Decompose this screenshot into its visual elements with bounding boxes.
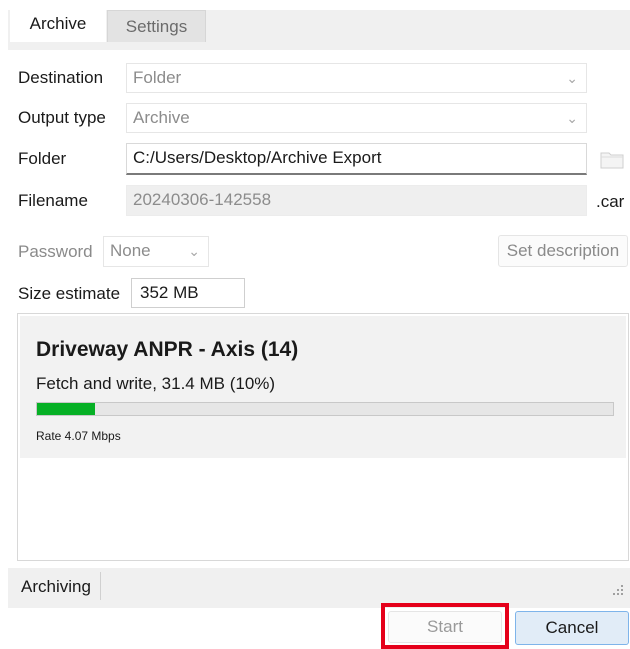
status-separator [100,572,101,600]
output-type-value: Archive [133,108,190,127]
tab-settings[interactable]: Settings [107,10,206,42]
destination-value: Folder [133,68,182,87]
job-status: Fetch and write, 31.4 MB (10%) [36,374,276,393]
folder-icon[interactable] [599,148,625,170]
destination-select[interactable]: Folder ⌄ [126,63,587,93]
password-value: None [110,241,151,260]
filename-input[interactable]: 20240306-142558 [126,185,587,216]
progress-list: Driveway ANPR - Axis (14) Fetch and writ… [17,313,629,561]
filename-extension: .car [596,192,625,211]
size-estimate-label: Size estimate [18,284,121,303]
destination-label: Destination [18,68,104,87]
progress-item: Driveway ANPR - Axis (14) Fetch and writ… [20,316,626,458]
chevron-down-icon: ⌄ [566,110,578,126]
tab-archive[interactable]: Archive [10,8,106,42]
progress-bar-fill [37,403,95,415]
size-estimate-value: 352 MB [131,278,245,308]
password-select[interactable]: None ⌄ [103,236,209,267]
job-title: Driveway ANPR - Axis (14) [36,338,299,361]
set-description-button[interactable]: Set description [498,235,628,267]
chevron-down-icon: ⌄ [188,243,200,259]
status-text: Archiving [21,577,91,596]
output-type-select[interactable]: Archive ⌄ [126,103,587,133]
status-bar: Archiving [8,568,630,608]
chevron-down-icon: ⌄ [566,70,578,86]
cancel-button[interactable]: Cancel [515,611,629,645]
password-label: Password [18,242,93,261]
start-button-highlight [381,603,509,649]
output-type-label: Output type [18,108,106,127]
transfer-rate: Rate 4.07 Mbps [36,429,121,443]
resize-grip-icon[interactable] [612,584,624,596]
progress-bar [36,402,614,416]
filename-label: Filename [18,191,88,210]
folder-input[interactable]: C:/Users/Desktop/Archive Export [126,143,587,175]
folder-label: Folder [18,149,67,168]
